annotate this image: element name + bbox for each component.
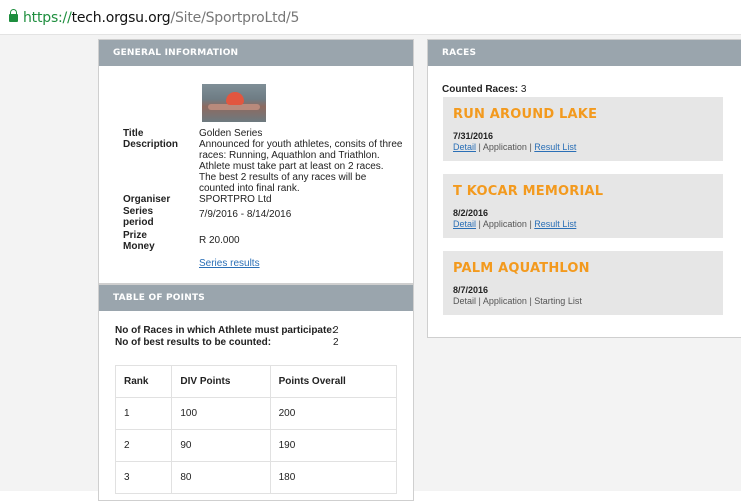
race-date: 8/7/2016: [453, 285, 489, 295]
table-row: 2 90 190: [114, 429, 398, 462]
best-results-value: 2: [333, 337, 339, 348]
best-results-row: No of best results to be counted: 2: [115, 337, 375, 349]
race-date: 7/31/2016: [453, 131, 494, 141]
race-date: 8/2/2016: [453, 208, 489, 218]
rank-cell: 1: [114, 397, 173, 430]
blank-label: [123, 258, 199, 269]
link-separator: |: [478, 296, 481, 306]
counted-races: Counted Races: 3: [442, 84, 526, 95]
race-links: Detail | Application | Result List: [453, 142, 576, 152]
counted-races-value: 3: [520, 84, 527, 95]
link-separator: |: [478, 142, 481, 152]
prize-money-label: Prize Money: [123, 230, 155, 252]
starting-list-link[interactable]: Starting List: [534, 296, 582, 306]
general-information-panel: GENERAL INFORMATION Title Golden Series …: [98, 39, 414, 284]
photo-swim-cap: [226, 92, 244, 105]
detail-link[interactable]: Detail: [453, 142, 476, 152]
race-card: T KOCAR MEMORIAL 8/2/2016 Detail | Appli…: [443, 174, 723, 238]
column-points-overall: Points Overall: [269, 365, 398, 398]
table-row: 3 80 180: [114, 461, 398, 494]
info-row-series-period: Series period 7/9/2016 - 8/14/2016: [123, 206, 403, 228]
description-label: Description: [123, 139, 179, 150]
info-row-prize-money: Prize Money R 20.000: [123, 230, 403, 252]
application-link[interactable]: Application: [483, 296, 527, 306]
rank-cell: 2: [114, 429, 173, 462]
races-title: RACES: [428, 40, 741, 66]
points-overall-cell: 200: [269, 397, 398, 430]
table-of-points-panel: TABLE OF POINTS No of Races in which Ath…: [98, 284, 414, 501]
page-content: GENERAL INFORMATION Title Golden Series …: [0, 35, 741, 501]
application-link[interactable]: Application: [483, 219, 527, 229]
race-card: RUN AROUND LAKE 7/31/2016 Detail | Appli…: [443, 97, 723, 161]
table-row: 1 100 200: [114, 397, 398, 430]
race-name[interactable]: PALM AQUATHLON: [453, 261, 590, 276]
counted-races-label: Counted Races:: [442, 84, 519, 95]
points-overall-cell: 180: [269, 461, 398, 494]
rank-cell: 3: [114, 461, 173, 494]
info-row-series-results: Series results: [123, 258, 403, 269]
best-results-label: No of best results to be counted:: [115, 337, 272, 348]
link-separator: |: [529, 219, 532, 229]
race-name[interactable]: T KOCAR MEMORIAL: [453, 184, 603, 199]
prize-money-value: R 20.000: [199, 235, 240, 246]
points-table-header: Rank DIV Points Points Overall: [114, 365, 398, 398]
description-value: Announced for youth athletes, consits of…: [199, 139, 403, 194]
link-separator: |: [478, 219, 481, 229]
application-link[interactable]: Application: [483, 142, 527, 152]
column-rank: Rank: [114, 365, 173, 398]
points-table: Rank DIV Points Points Overall 1 100 200…: [114, 365, 398, 494]
table-of-points-title: TABLE OF POINTS: [99, 285, 413, 311]
race-card: PALM AQUATHLON 8/7/2016 Detail | Applica…: [443, 251, 723, 315]
url-text[interactable]: https://tech.orgsu.org/Site/SportproLtd/…: [23, 10, 299, 26]
detail-link[interactable]: Detail: [453, 296, 476, 306]
points-overall-cell: 190: [269, 429, 398, 462]
link-separator: |: [529, 296, 532, 306]
detail-link[interactable]: Detail: [453, 219, 476, 229]
column-div-points: DIV Points: [171, 365, 271, 398]
organiser-label: Organiser: [123, 194, 171, 205]
series-photo: [202, 84, 266, 122]
url-host: tech.orgsu.org: [71, 10, 171, 26]
points-settings: No of Races in which Athlete must partic…: [115, 325, 375, 349]
lock-icon: [9, 9, 18, 22]
series-period-value: 7/9/2016 - 8/14/2016: [199, 209, 292, 220]
race-links: Detail | Application | Starting List: [453, 296, 582, 306]
result-list-link[interactable]: Result List: [534, 142, 576, 152]
url-scheme: https://: [23, 10, 72, 26]
div-points-cell: 100: [171, 397, 271, 430]
div-points-cell: 80: [171, 461, 271, 494]
race-links: Detail | Application | Result List: [453, 219, 576, 229]
series-period-label: Series period: [123, 206, 154, 228]
info-row-description: Description Announced for youth athletes…: [123, 139, 403, 194]
div-points-cell: 90: [171, 429, 271, 462]
general-information-title: GENERAL INFORMATION: [99, 40, 413, 66]
url-path: /Site/SportproLtd/5: [170, 10, 300, 26]
races-required-row: No of Races in which Athlete must partic…: [115, 325, 375, 337]
race-name[interactable]: RUN AROUND LAKE: [453, 107, 597, 122]
link-separator: |: [529, 142, 532, 152]
series-results-link[interactable]: Series results: [199, 258, 260, 269]
address-bar[interactable]: https://tech.orgsu.org/Site/SportproLtd/…: [0, 0, 741, 35]
races-required-value: 2: [333, 325, 339, 336]
info-row-organiser: Organiser SPORTPRO Ltd: [123, 194, 403, 205]
series-info: Title Golden Series Description Announce…: [123, 128, 403, 269]
races-required-label: No of Races in which Athlete must partic…: [115, 325, 336, 336]
title-label: Title: [123, 128, 144, 139]
result-list-link[interactable]: Result List: [534, 219, 576, 229]
info-row-title: Title Golden Series: [123, 128, 403, 139]
title-value: Golden Series: [199, 128, 263, 139]
organiser-value: SPORTPRO Ltd: [199, 194, 272, 205]
races-panel: RACES Counted Races: 3 RUN AROUND LAKE 7…: [427, 39, 741, 338]
